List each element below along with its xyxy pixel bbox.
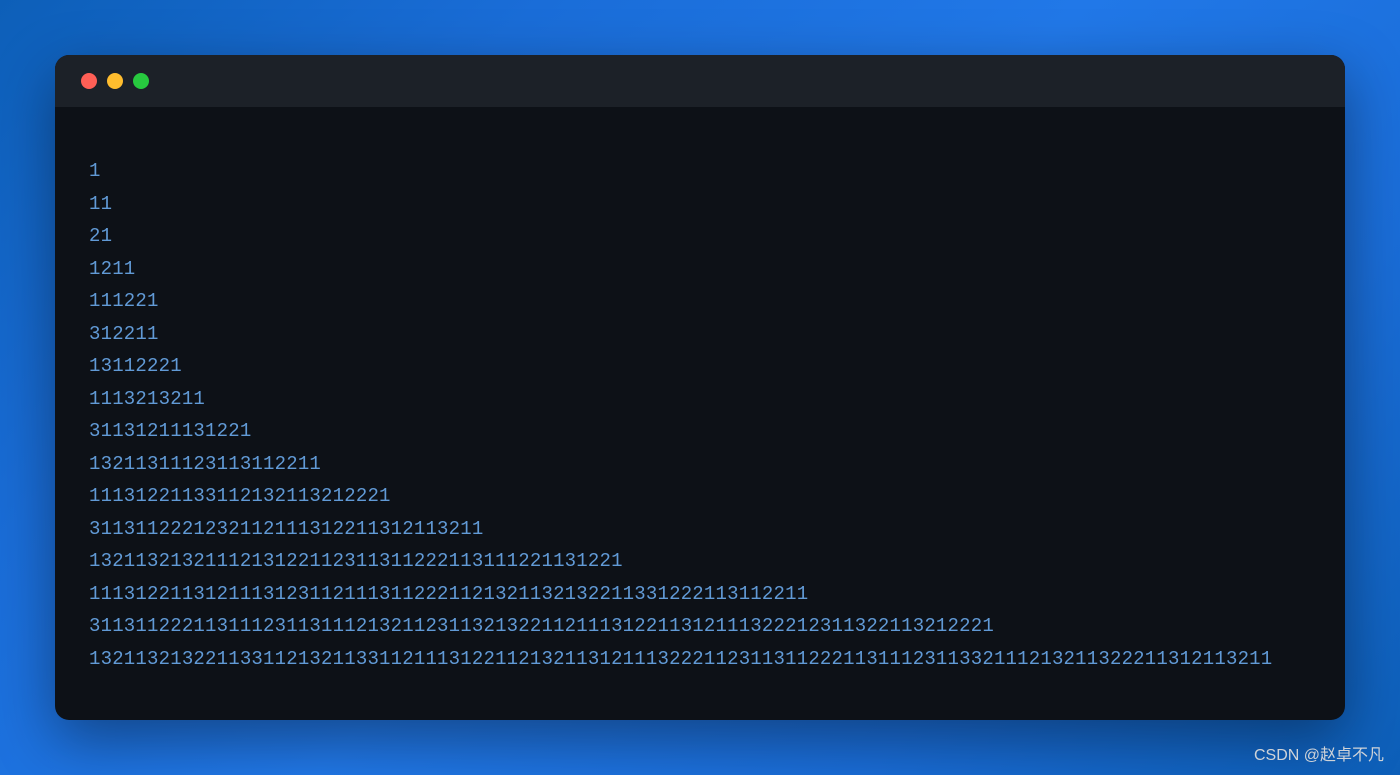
terminal-window: 1 11 21 1211 111221 312211 13112221 1113… bbox=[55, 55, 1345, 720]
output-line: 3113112221232112111312211312113211 bbox=[89, 513, 1311, 546]
titlebar bbox=[55, 55, 1345, 107]
close-icon[interactable] bbox=[81, 73, 97, 89]
output-line: 21 bbox=[89, 220, 1311, 253]
watermark: CSDN @赵卓不凡 bbox=[1254, 741, 1384, 765]
output-line: 3113112221131112311311121321123113213221… bbox=[89, 610, 1311, 643]
output-line: 13211311123113112211 bbox=[89, 448, 1311, 481]
maximize-icon[interactable] bbox=[133, 73, 149, 89]
output-line: 1321132132211331121321133112111312211213… bbox=[89, 643, 1311, 676]
output-line: 1 bbox=[89, 155, 1311, 188]
output-line: 11131221133112132113212221 bbox=[89, 480, 1311, 513]
output-line: 1211 bbox=[89, 253, 1311, 286]
minimize-icon[interactable] bbox=[107, 73, 123, 89]
output-line: 1113122113121113123112111311222112132113… bbox=[89, 578, 1311, 611]
output-line: 1113213211 bbox=[89, 383, 1311, 416]
terminal-content: 1 11 21 1211 111221 312211 13112221 1113… bbox=[55, 107, 1345, 720]
output-line: 31131211131221 bbox=[89, 415, 1311, 448]
output-line: 111221 bbox=[89, 285, 1311, 318]
output-line: 312211 bbox=[89, 318, 1311, 351]
output-line: 11 bbox=[89, 188, 1311, 221]
output-line: 13112221 bbox=[89, 350, 1311, 383]
output-line: 1321132132111213122112311311222113111221… bbox=[89, 545, 1311, 578]
